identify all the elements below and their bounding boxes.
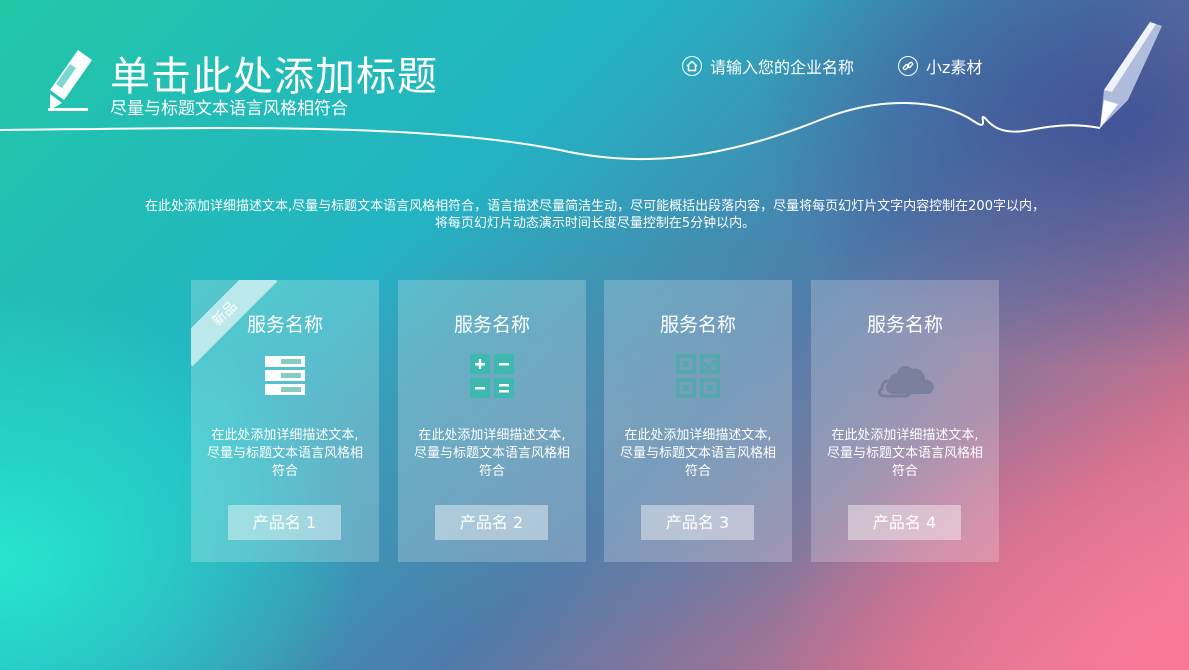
nav-company-label: 请输入您的企业名称	[710, 58, 855, 77]
product-button-2[interactable]: 产品名 2	[435, 505, 548, 540]
service-card-2[interactable]: 服务名称 在此处添加详细描述文本,尽量与标题文本语言风格相符合 产品名 2	[398, 280, 586, 562]
home-icon	[682, 56, 702, 76]
card-title: 服务名称	[453, 314, 530, 336]
nav-source-link[interactable]: 小z素材	[898, 54, 982, 78]
calculator-icon	[470, 354, 514, 398]
card-description: 在此处添加详细描述文本,尽量与标题文本语言风格相符合	[826, 428, 983, 479]
service-card-1[interactable]: 新品 服务名称 在此处添加详细描述文本,尽量与标题文本语言风格相符合 产品名 1	[191, 280, 379, 562]
cloud-icon	[877, 365, 934, 398]
checklist-grid-icon	[676, 353, 722, 398]
card-description: 在此处添加详细描述文本,尽量与标题文本语言风格相符合	[413, 428, 570, 479]
service-card-3[interactable]: 服务名称 在此处添加详细描述文本,尽量与标题文本语言风格相符合 产品名 3	[604, 280, 792, 562]
link-icon	[898, 56, 918, 76]
card-title: 服务名称	[866, 314, 943, 336]
description-text: 在此处添加详细描述文本,尽量与标题文本语言风格相符合，语言描述尽量简洁生动，尽可…	[145, 199, 1045, 231]
card-description: 在此处添加详细描述文本,尽量与标题文本语言风格相符合	[206, 428, 363, 479]
header: 单击此处添加标题 尽量与标题文本语言风格相符合 请输入您的企业名称 小z素材	[0, 0, 1189, 170]
card-title: 服务名称	[246, 314, 323, 336]
product-button-3[interactable]: 产品名 3	[641, 505, 754, 540]
nav-source-label: 小z素材	[926, 58, 983, 77]
card-title: 服务名称	[659, 314, 736, 336]
service-card-4[interactable]: 服务名称 在此处添加详细描述文本,尽量与标题文本语言风格相符合 产品名 4	[811, 280, 999, 562]
page-subtitle: 尽量与标题文本语言风格相符合	[110, 99, 348, 119]
pencil-icon	[48, 50, 92, 111]
product-button-1[interactable]: 产品名 1	[228, 505, 341, 540]
card-description: 在此处添加详细描述文本,尽量与标题文本语言风格相符合	[619, 428, 776, 479]
server-icon	[265, 356, 305, 395]
pen-icon	[1100, 22, 1162, 128]
product-button-4[interactable]: 产品名 4	[848, 505, 961, 540]
nav-company-link[interactable]: 请输入您的企业名称	[682, 54, 854, 78]
